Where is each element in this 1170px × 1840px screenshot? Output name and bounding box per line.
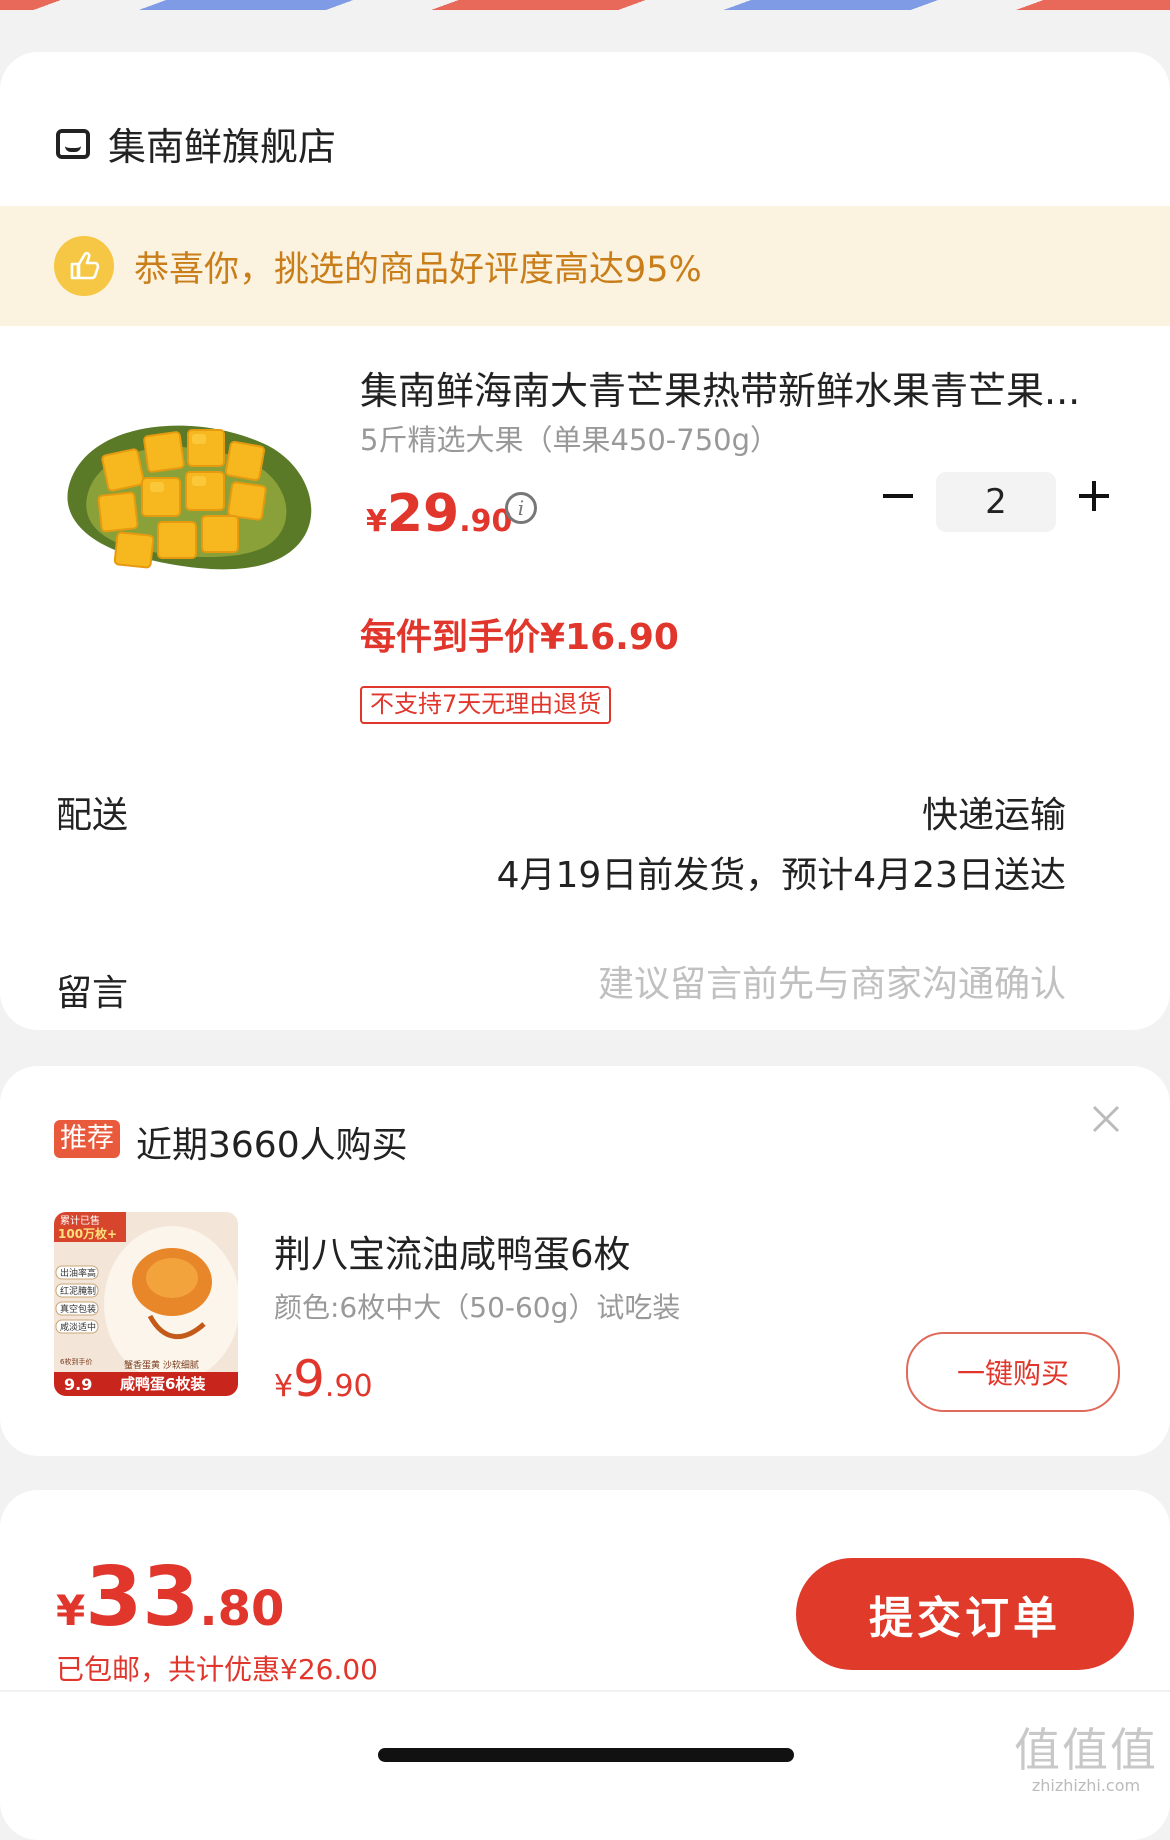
- rec-price-integer: 9: [293, 1350, 325, 1408]
- quantity-decrease-button[interactable]: [876, 474, 920, 518]
- recommend-tag: 推荐: [54, 1120, 120, 1158]
- thumbs-up-icon: [54, 236, 114, 296]
- total-price: ¥ 33 .80: [56, 1550, 284, 1645]
- total-price-integer: 33: [85, 1550, 200, 1645]
- quantity-increase-button[interactable]: [1072, 474, 1116, 518]
- rec-img-price-note: 6枚到手价: [60, 1357, 92, 1366]
- recommend-card: 推荐 近期3660人购买 累计已售 100万枚+ 出油率高 红泥腌制 真空包装 …: [0, 1066, 1170, 1456]
- rec-price-symbol: ¥: [274, 1369, 294, 1404]
- message-label: 留言: [56, 973, 129, 1014]
- rec-img-package: 咸鸭蛋6枚装: [120, 1375, 206, 1393]
- rec-img-slogan: 蟹香蛋黄 沙软细腻: [124, 1359, 199, 1371]
- recommend-spec[interactable]: 颜色:6枚中大（50-60g）试吃装: [274, 1286, 680, 1326]
- no-return-badge: 不支持7天无理由退货: [360, 686, 612, 724]
- product-spec[interactable]: 5斤精选大果（单果450-750g）: [360, 417, 779, 459]
- rec-img-sold-count: 100万枚+: [58, 1226, 117, 1241]
- product-title[interactable]: 集南鲜海南大青芒果热带新鲜水果青芒果...: [360, 360, 1080, 415]
- praise-text: 恭喜你，挑选的商品好评度高达95%: [134, 249, 702, 290]
- recommend-product-image[interactable]: 累计已售 100万枚+ 出油率高 红泥腌制 真空包装 咸淡适中 蟹香蛋黄 沙软细…: [54, 1212, 238, 1396]
- quantity-value[interactable]: 2: [936, 472, 1056, 532]
- rec-img-tag-0: 出油率高: [60, 1267, 96, 1279]
- info-icon[interactable]: i: [505, 492, 537, 524]
- checkout-bar: ¥ 33 .80 已包邮，共计优惠¥26.00 提交订单: [0, 1490, 1170, 1840]
- close-icon[interactable]: [1086, 1100, 1126, 1140]
- rec-img-tag-2: 真空包装: [60, 1303, 96, 1315]
- store-header[interactable]: 集南鲜旗舰店: [56, 116, 336, 171]
- total-price-symbol: ¥: [56, 1586, 86, 1635]
- rec-img-tag-1: 红泥腌制: [60, 1285, 96, 1297]
- delivery-label: 配送: [56, 795, 129, 836]
- product-image[interactable]: [60, 392, 320, 622]
- delivery-date: 4月19日前发货，预计4月23日送达: [496, 855, 1066, 896]
- rec-img-sold: 累计已售: [60, 1214, 100, 1227]
- order-card: 集南鲜旗舰店 恭喜你，挑选的商品好评度高达95% 集南鲜海南大青芒果热带新鲜水果…: [0, 52, 1170, 1030]
- rec-price-decimal: .90: [324, 1369, 373, 1404]
- final-price: 每件到手价¥16.90: [360, 617, 679, 658]
- price-integer: 29: [386, 484, 460, 544]
- store-name: 集南鲜旗舰店: [108, 125, 337, 169]
- price-symbol: ¥: [366, 504, 387, 539]
- submit-order-button[interactable]: 提交订单: [796, 1558, 1134, 1670]
- message-input[interactable]: [466, 964, 1066, 1005]
- product-price: ¥ 29 .90: [366, 484, 512, 544]
- divider: [0, 1690, 1170, 1692]
- recommend-name[interactable]: 荆八宝流油咸鸭蛋6枚: [274, 1224, 631, 1278]
- buy-now-button[interactable]: 一键购买: [906, 1332, 1120, 1412]
- rec-img-price: 9.9: [64, 1375, 92, 1394]
- home-indicator[interactable]: [378, 1748, 794, 1762]
- airmail-stripe: [0, 0, 1170, 22]
- delivery-method: 快递运输: [921, 795, 1066, 836]
- recommend-title: 近期3660人购买: [136, 1125, 408, 1166]
- watermark: 值值值 zhizhizhi.com: [1014, 1714, 1158, 1795]
- watermark-logo: 值值值: [1014, 1723, 1158, 1777]
- watermark-url: zhizhizhi.com: [1031, 1776, 1141, 1795]
- praise-banner: 恭喜你，挑选的商品好评度高达95%: [0, 206, 1170, 326]
- store-icon: [56, 128, 90, 159]
- shipping-note: 已包邮，共计优惠¥26.00: [56, 1653, 378, 1686]
- recommend-price: ¥ 9 .90: [274, 1350, 373, 1408]
- total-price-decimal: .80: [199, 1581, 285, 1637]
- rec-img-tag-3: 咸淡适中: [60, 1321, 96, 1333]
